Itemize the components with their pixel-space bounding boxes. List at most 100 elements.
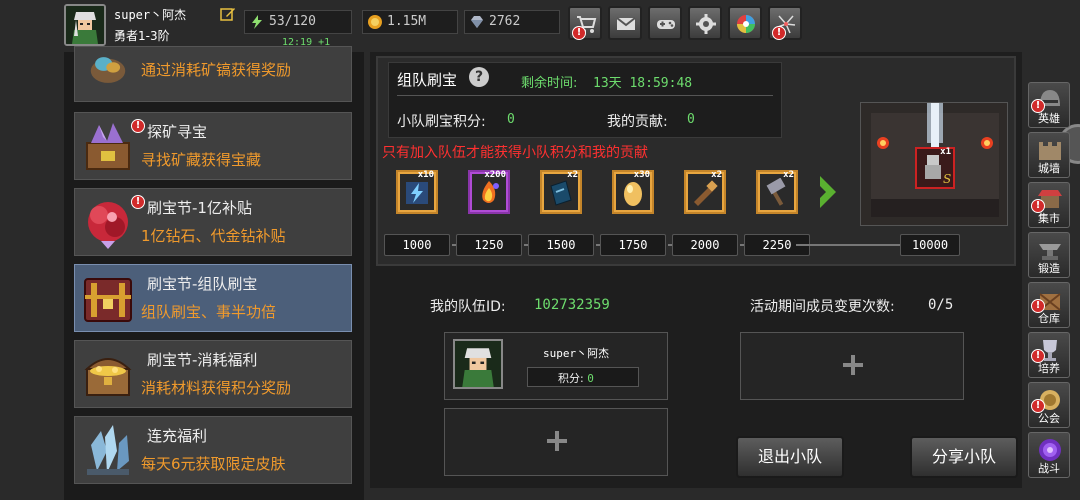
- gold-value: 1.15M: [387, 14, 427, 29]
- shop-button[interactable]: !: [568, 6, 602, 40]
- reward-tier-1[interactable]: x10: [396, 170, 438, 214]
- event-title: 连充福利: [147, 427, 208, 445]
- nav-warehouse[interactable]: ! 仓库: [1028, 282, 1070, 328]
- plus-icon: [843, 355, 863, 375]
- nav-heroes[interactable]: ! 英雄: [1028, 82, 1070, 128]
- event-item-recharge[interactable]: 连充福利 每天6元获取限定皮肤: [74, 416, 352, 484]
- member-change-label: 活动期间成员变更次数:: [750, 299, 895, 315]
- next-arrow-icon[interactable]: [816, 170, 840, 214]
- event-title: 刷宝节-组队刷宝: [147, 275, 258, 293]
- mail-icon: [616, 17, 636, 30]
- my-contribution-label: 我的贡献:: [607, 114, 668, 130]
- telescope-scroll-icon: [694, 180, 718, 206]
- nav-label: 培养: [1038, 362, 1060, 375]
- nav-guild[interactable]: ! 公会: [1028, 382, 1070, 428]
- help-icon[interactable]: ?: [469, 67, 489, 87]
- empty-slot[interactable]: [740, 332, 964, 400]
- nav-market[interactable]: ! 集市: [1028, 182, 1070, 228]
- skins-button[interactable]: [728, 6, 762, 40]
- nav-label: 英雄: [1038, 112, 1060, 125]
- reward-tier-5[interactable]: x2: [684, 170, 726, 214]
- reward-tier-2[interactable]: x200: [468, 170, 510, 214]
- nav-forge[interactable]: 锻造: [1028, 232, 1070, 278]
- team-score-value: 0: [507, 112, 515, 127]
- nav-label: 集市: [1038, 212, 1060, 225]
- events-button[interactable]: !: [768, 6, 802, 40]
- alert-badge: !: [772, 26, 786, 40]
- leave-team-button[interactable]: 退出小队: [736, 436, 844, 478]
- red-flower-gem-icon: [88, 202, 128, 249]
- player-rank: 勇者1-3阶: [114, 29, 170, 43]
- mail-button[interactable]: [608, 6, 642, 40]
- reward-qty: x1: [940, 147, 951, 157]
- team-score-label: 小队刷宝积分:: [397, 114, 486, 130]
- event-desc: 寻找矿藏获得宝藏: [141, 151, 262, 169]
- event-item-pickaxe[interactable]: 通过消耗矿镐获得奖励: [74, 46, 352, 102]
- svg-text:S: S: [943, 172, 951, 186]
- edit-icon[interactable]: [220, 6, 236, 22]
- final-reward-item[interactable]: S x1: [915, 147, 955, 189]
- settings-button[interactable]: [688, 6, 722, 40]
- team-member-slot[interactable]: super丶阿杰 积分: 0: [444, 332, 668, 400]
- timer-value: 13天 18:59:48: [593, 76, 693, 91]
- reward-tier-6[interactable]: x2: [756, 170, 798, 214]
- games-button[interactable]: [648, 6, 682, 40]
- nav-label: 公会: [1038, 412, 1060, 425]
- nav-label: 城墙: [1038, 162, 1060, 175]
- event-item-mining[interactable]: ! 探矿寻宝 寻找矿藏获得宝藏: [74, 112, 352, 180]
- stamina-counter: 53/120: [244, 10, 352, 34]
- spellbook-icon: [550, 180, 572, 206]
- nav-battle[interactable]: 战斗: [1028, 432, 1070, 478]
- ore-cart-icon: [90, 57, 126, 83]
- lightning-icon: [252, 15, 262, 29]
- divider: [397, 95, 773, 96]
- nav-training[interactable]: ! 培养: [1028, 332, 1070, 378]
- reward-tier-4[interactable]: x30: [612, 170, 654, 214]
- event-desc: 1亿钻石、代金钻补贴: [141, 227, 286, 245]
- threshold-label: 1500: [528, 234, 594, 256]
- reward-tier-3[interactable]: x2: [540, 170, 582, 214]
- top-bar: super丶阿杰 勇者1-3阶 53/120 12:19 +1 1.15M 27…: [60, 0, 820, 50]
- nav-wall[interactable]: 城墙: [1028, 132, 1070, 178]
- empty-slot[interactable]: [444, 408, 668, 476]
- member-change-value: 0/5: [928, 297, 954, 313]
- event-item-subsidy[interactable]: ! 刷宝节-1亿补贴 1亿钻石、代金钻补贴: [74, 188, 352, 256]
- reward-qty: x200: [484, 170, 506, 180]
- threshold-label: 2000: [672, 234, 738, 256]
- color-wheel-icon: [737, 15, 755, 33]
- diamond-value: 2762: [489, 14, 521, 29]
- team-treasure-panel: 组队刷宝 ? 剩余时间: 13天 18:59:48 小队刷宝积分: 0 我的贡献…: [370, 52, 1022, 488]
- event-item-team-treasure[interactable]: 刷宝节-组队刷宝 组队刷宝、事半功倍: [74, 264, 352, 332]
- member-name: super丶阿杰: [543, 347, 610, 360]
- event-info-box: 组队刷宝 ? 剩余时间: 13天 18:59:48 小队刷宝积分: 0 我的贡献…: [388, 62, 782, 138]
- final-reward-scene[interactable]: S x1: [860, 102, 1008, 226]
- team-id-label: 我的队伍ID:: [430, 299, 506, 315]
- event-title: 探矿寻宝: [147, 123, 208, 141]
- nav-label: 锻造: [1038, 262, 1060, 275]
- threshold-label: 1750: [600, 234, 666, 256]
- gold-coin-icon: [368, 15, 382, 29]
- event-list: 通过消耗矿镐获得奖励 ! 探矿寻宝 寻找矿藏获得宝藏 ! 刷宝节-1亿补贴 1亿…: [64, 46, 364, 500]
- nav-label: 仓库: [1038, 312, 1060, 325]
- fire-essence-icon: [482, 181, 499, 203]
- gamepad-icon: [657, 20, 675, 29]
- threshold-label-final: 10000: [900, 234, 960, 256]
- ornate-chest-icon: [84, 278, 132, 322]
- timer-label: 剩余时间:: [521, 76, 578, 91]
- event-desc: 组队刷宝、事半功倍: [141, 303, 277, 321]
- player-avatar[interactable]: [64, 4, 106, 46]
- right-nav: ! 英雄 城墙 ! 集市 锻造 ! 仓库 ! 培养 ! 公会 战斗: [1024, 80, 1080, 500]
- lightning-scroll-icon: [406, 182, 428, 204]
- stamina-value: 53/120: [269, 14, 316, 29]
- treasure-chest-crystal-icon: [86, 123, 130, 170]
- my-contribution-value: 0: [687, 112, 695, 127]
- event-desc: 每天6元获取限定皮肤: [141, 455, 286, 473]
- event-title: 刷宝节-1亿补贴: [147, 199, 252, 217]
- diamond-counter: 2762: [464, 10, 560, 34]
- share-team-button[interactable]: 分享小队: [910, 436, 1018, 478]
- settings-gear-icon: [696, 14, 716, 34]
- alert-badge: !: [131, 195, 145, 209]
- reward-qty: x30: [633, 170, 650, 180]
- event-item-consume-bonus[interactable]: 刷宝节-消耗福利 消耗材料获得积分奖励: [74, 340, 352, 408]
- war-hammer-icon: [766, 178, 786, 206]
